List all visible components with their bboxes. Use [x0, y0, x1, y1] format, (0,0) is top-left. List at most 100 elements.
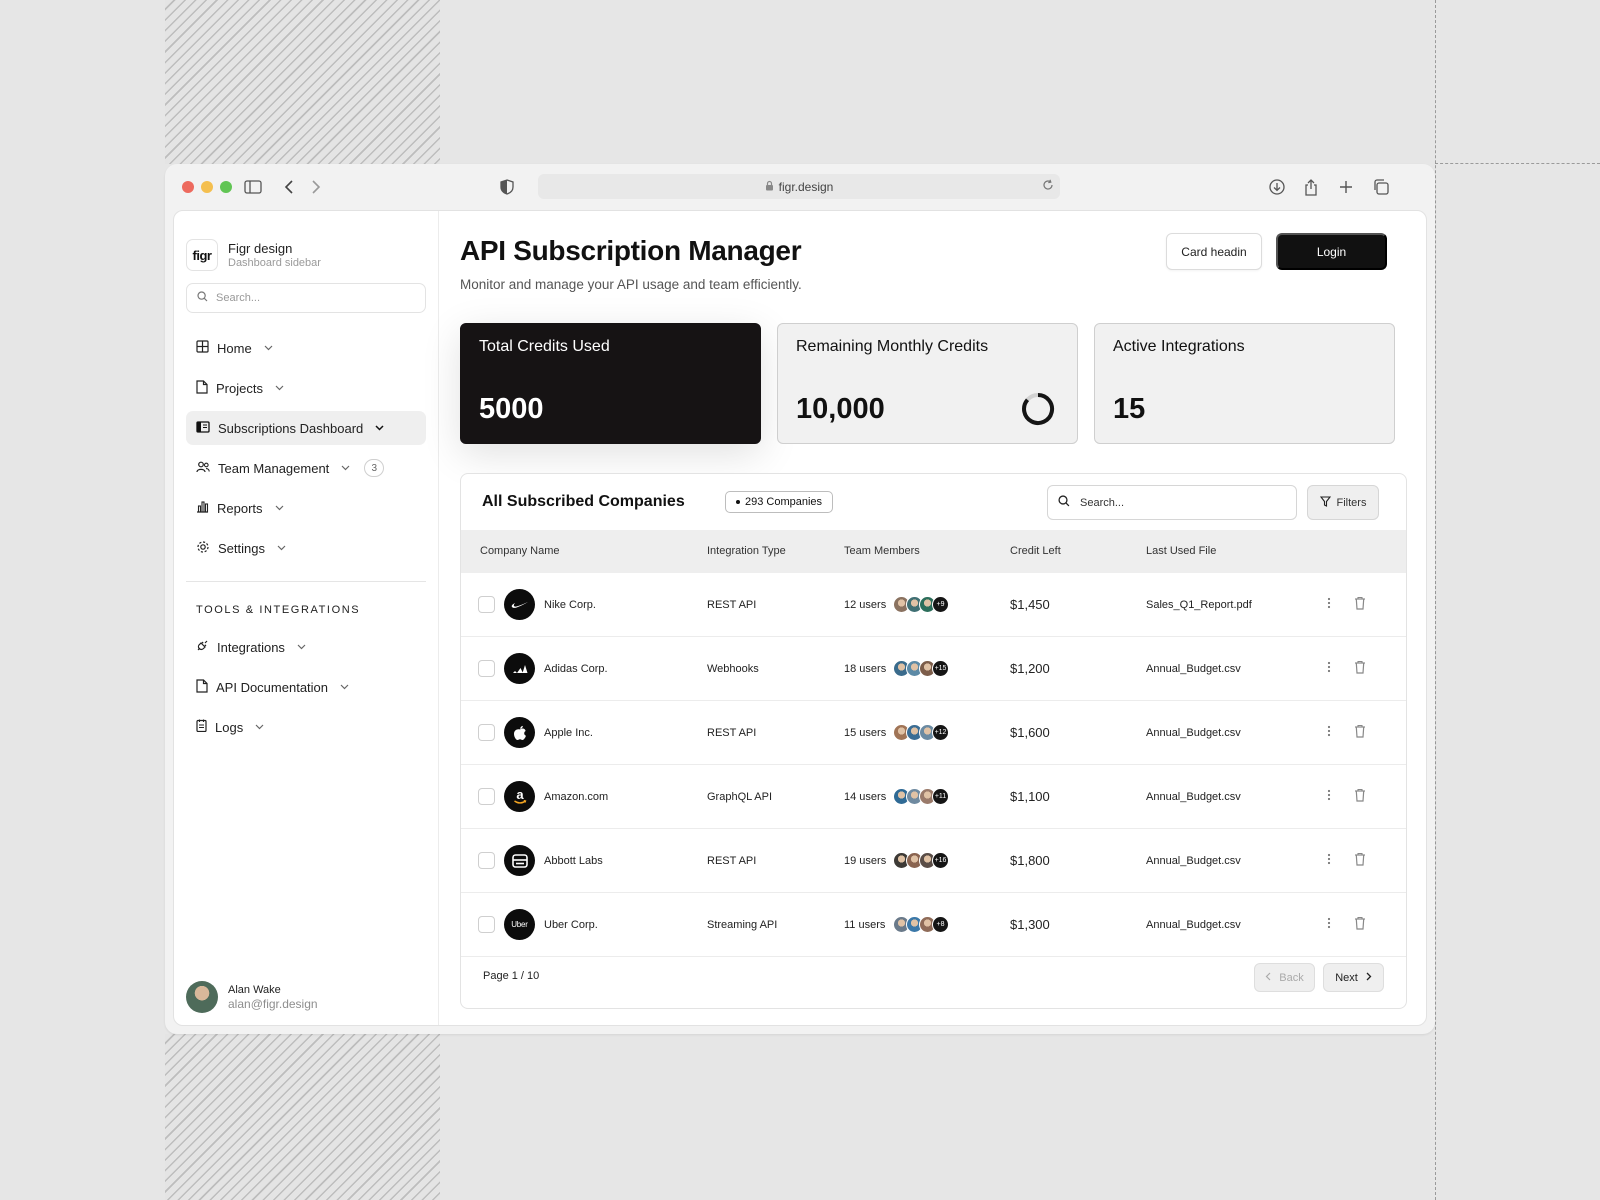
address-bar[interactable]: figr.design: [538, 174, 1060, 199]
row-checkbox[interactable]: [478, 724, 495, 741]
trash-icon[interactable]: [1354, 788, 1366, 805]
search-icon: [197, 291, 208, 305]
chevron-down-icon: [375, 425, 384, 431]
table-row[interactable]: Apple Inc. REST API 15 users +12 $1,600 …: [461, 701, 1406, 765]
sidebar-item-label: Integrations: [217, 639, 285, 655]
stat-value: 10,000: [796, 393, 885, 425]
url-text: figr.design: [778, 179, 834, 194]
row-checkbox[interactable]: [478, 596, 495, 613]
column-header-integration-type[interactable]: Integration Type: [707, 545, 786, 557]
share-icon[interactable]: [1301, 177, 1321, 197]
sidebar-nav: Home Projects Subscriptions Dashboard Te…: [186, 331, 426, 565]
column-header-team-members[interactable]: Team Members: [844, 545, 920, 557]
reload-icon[interactable]: [1042, 179, 1054, 194]
column-header-credit-left[interactable]: Credit Left: [1010, 545, 1061, 557]
shield-icon[interactable]: [497, 177, 517, 197]
hatch-pattern-top: [165, 0, 440, 164]
table-header-bar: All Subscribed Companies 293 Companies S…: [461, 474, 1406, 530]
filters-label: Filters: [1336, 496, 1367, 509]
next-button[interactable]: Next: [1323, 963, 1384, 992]
member-avatars[interactable]: +9: [893, 596, 949, 613]
trash-icon[interactable]: [1354, 852, 1366, 869]
table-row[interactable]: a Amazon.com GraphQL API 14 users +11 $1…: [461, 765, 1406, 829]
table-title: All Subscribed Companies: [482, 493, 685, 510]
grid-icon: [196, 340, 209, 356]
sidebar-item-logs[interactable]: Logs: [186, 710, 426, 744]
member-avatars[interactable]: +12: [893, 724, 949, 741]
team-members-count: 19 users: [844, 855, 887, 867]
file-icon: [196, 379, 208, 397]
more-members-badge: +11: [932, 788, 949, 805]
row-checkbox[interactable]: [478, 660, 495, 677]
column-header-last-used-file[interactable]: Last Used File: [1146, 545, 1216, 557]
chevron-left-icon: [1265, 972, 1271, 984]
minimize-window-button[interactable]: [201, 181, 213, 193]
sidebar-search-input[interactable]: Search...: [186, 283, 426, 313]
progress-ring-icon: [1022, 392, 1055, 425]
more-options-icon[interactable]: [1327, 916, 1331, 933]
filters-button[interactable]: Filters: [1307, 485, 1379, 520]
row-checkbox[interactable]: [478, 916, 495, 933]
more-options-icon[interactable]: [1327, 660, 1331, 677]
row-checkbox[interactable]: [478, 852, 495, 869]
count-badge: 3: [364, 459, 385, 477]
brand: figr Figr design Dashboard sidebar: [186, 239, 426, 271]
stat-value: 15: [1113, 393, 1146, 425]
sidebar-item-projects[interactable]: Projects: [186, 371, 426, 405]
table-row[interactable]: Adidas Corp. Webhooks 18 users +15 $1,20…: [461, 637, 1406, 701]
back-arrow-icon[interactable]: [279, 177, 299, 197]
tab-overview-icon[interactable]: [1371, 177, 1391, 197]
sidebar-item-integrations[interactable]: Integrations: [186, 630, 426, 664]
sidebar-item-reports[interactable]: Reports: [186, 491, 426, 525]
table-row[interactable]: Nike Corp. REST API 12 users +9 $1,450 S…: [461, 573, 1406, 637]
more-options-icon[interactable]: [1327, 596, 1331, 613]
team-members-count: 18 users: [844, 663, 887, 675]
download-icon[interactable]: [1267, 177, 1287, 197]
last-used-file: Annual_Budget.csv: [1146, 855, 1241, 867]
member-avatars[interactable]: +16: [893, 852, 949, 869]
table-row[interactable]: Abbott Labs REST API 19 users +16 $1,800…: [461, 829, 1406, 893]
last-used-file: Annual_Budget.csv: [1146, 791, 1241, 803]
sidebar-item-home[interactable]: Home: [186, 331, 426, 365]
chevron-down-icon: [275, 505, 284, 511]
member-avatars[interactable]: +8: [893, 916, 949, 933]
trash-icon[interactable]: [1354, 596, 1366, 613]
close-window-button[interactable]: [182, 181, 194, 193]
more-options-icon[interactable]: [1327, 788, 1331, 805]
card-heading-button[interactable]: Card headin: [1166, 233, 1262, 270]
sidebar-toggle-icon[interactable]: [243, 177, 263, 197]
login-button[interactable]: Login: [1276, 233, 1387, 270]
sidebar-item-team-management[interactable]: Team Management 3: [186, 451, 426, 485]
credit-left: $1,450: [1010, 597, 1050, 612]
integration-type: REST API: [707, 599, 757, 611]
table-search-input[interactable]: Search...: [1047, 485, 1297, 520]
forward-arrow-icon[interactable]: [306, 177, 326, 197]
integration-type: GraphQL API: [707, 791, 773, 803]
adidas-logo-icon: [504, 653, 535, 684]
sidebar-item-subscriptions-dashboard[interactable]: Subscriptions Dashboard: [186, 411, 426, 445]
credit-left: $1,100: [1010, 789, 1050, 804]
trash-icon[interactable]: [1354, 660, 1366, 677]
back-button[interactable]: Back: [1254, 963, 1315, 992]
stat-label: Total Credits Used: [479, 338, 610, 355]
bullet-icon: [736, 500, 740, 504]
member-avatars[interactable]: +15: [893, 660, 949, 677]
new-tab-icon[interactable]: [1336, 177, 1356, 197]
companies-count-text: 293 Companies: [745, 496, 823, 508]
maximize-window-button[interactable]: [220, 181, 232, 193]
trash-icon[interactable]: [1354, 916, 1366, 933]
member-avatars[interactable]: +11: [893, 788, 949, 805]
companies-table-card: All Subscribed Companies 293 Companies S…: [460, 473, 1407, 1009]
last-used-file: Sales_Q1_Report.pdf: [1146, 599, 1252, 611]
sidebar-item-api-documentation[interactable]: API Documentation: [186, 670, 426, 704]
sidebar-item-settings[interactable]: Settings: [186, 531, 426, 565]
last-used-file: Annual_Budget.csv: [1146, 919, 1241, 931]
more-options-icon[interactable]: [1327, 852, 1331, 869]
table-row[interactable]: Uber Uber Corp. Streaming API 11 users +…: [461, 893, 1406, 957]
trash-icon[interactable]: [1354, 724, 1366, 741]
more-options-icon[interactable]: [1327, 724, 1331, 741]
column-header-company[interactable]: Company Name: [480, 545, 559, 557]
row-checkbox[interactable]: [478, 788, 495, 805]
user-profile[interactable]: Alan Wake alan@figr.design: [186, 981, 318, 1013]
chevron-right-icon: [1366, 972, 1372, 984]
